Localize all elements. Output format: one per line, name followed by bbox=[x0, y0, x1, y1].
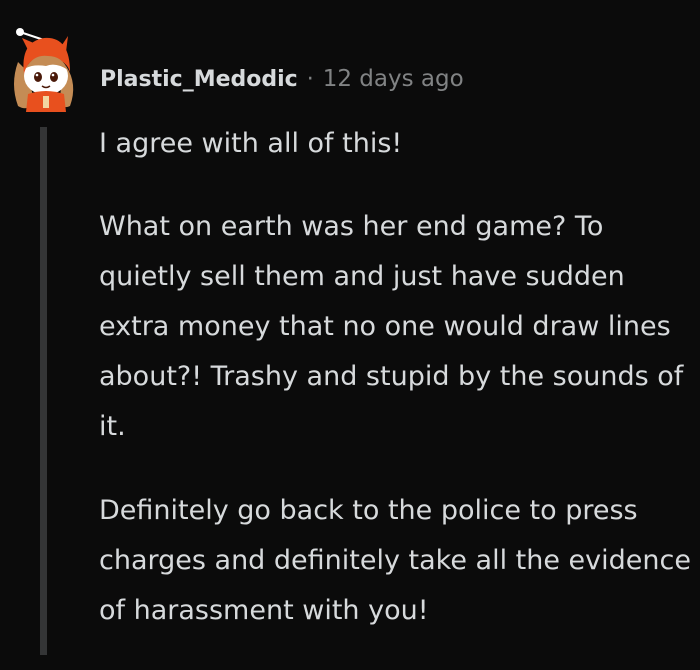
meta-separator: · bbox=[306, 66, 314, 92]
snoo-avatar-icon bbox=[14, 28, 74, 112]
comment-paragraph-3: Definitely go back to the police to pres… bbox=[99, 495, 691, 626]
comment-body: I agree with all of this! What on earth … bbox=[99, 119, 691, 670]
comment-meta: Plastic_Medodic · 12 days ago bbox=[100, 62, 464, 96]
comment-paragraph-2: What on earth was her end game? To quiet… bbox=[99, 211, 684, 442]
thread-line[interactable] bbox=[40, 127, 47, 655]
user-avatar[interactable] bbox=[8, 22, 82, 112]
username-link[interactable]: Plastic_Medodic bbox=[100, 67, 298, 92]
timestamp-link[interactable]: 12 days ago bbox=[323, 66, 464, 92]
comment-paragraph-1: I agree with all of this! bbox=[99, 128, 403, 159]
